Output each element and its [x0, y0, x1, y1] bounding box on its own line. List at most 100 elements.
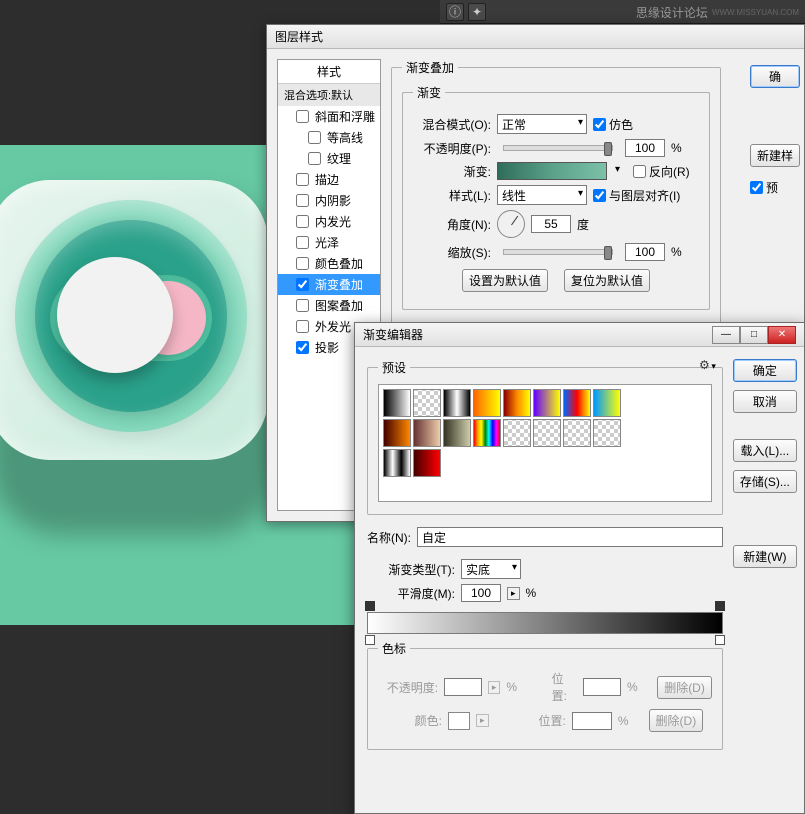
- preset-swatch[interactable]: [383, 419, 411, 447]
- style-bevel[interactable]: 斜面和浮雕: [278, 106, 380, 127]
- opacity-value[interactable]: 100: [625, 139, 665, 157]
- info-icon[interactable]: ⓘ: [446, 3, 464, 21]
- make-default-button[interactable]: 设置为默认值: [462, 269, 548, 292]
- style-innershadow[interactable]: 内阴影: [278, 190, 380, 211]
- style-stroke-check[interactable]: [296, 173, 309, 186]
- close-icon[interactable]: ✕: [768, 326, 796, 344]
- gradient-swatch[interactable]: [497, 162, 607, 180]
- style-gradientoverlay-check[interactable]: [296, 278, 309, 291]
- preset-swatch[interactable]: [443, 389, 471, 417]
- style-texture-check[interactable]: [308, 152, 321, 165]
- dialog-titlebar[interactable]: 图层样式: [267, 25, 804, 49]
- style-bevel-check[interactable]: [296, 110, 309, 123]
- gradient-bar[interactable]: [367, 612, 723, 634]
- ok-button[interactable]: 确: [750, 65, 800, 88]
- gradient-editor-dialog: 渐变编辑器 — □ ✕ 预设 ⚙▾: [354, 322, 805, 814]
- reset-default-button[interactable]: 复位为默认值: [564, 269, 650, 292]
- style-innershadow-check[interactable]: [296, 194, 309, 207]
- angle-value[interactable]: 55: [531, 215, 571, 233]
- dialog-right-buttons: 确 新建样 预: [750, 65, 800, 196]
- gear-caret-icon[interactable]: ▾: [711, 361, 716, 371]
- stop-position-label-1: 位置:: [552, 670, 578, 704]
- gradedit-ok-button[interactable]: 确定: [733, 359, 797, 382]
- gradedit-cancel-button[interactable]: 取消: [733, 390, 797, 413]
- stop-opacity-value: [444, 678, 482, 696]
- gradedit-right-buttons: 确定 取消 载入(L)... 存储(S)... 新建(W): [733, 359, 797, 758]
- scale-slider[interactable]: [503, 249, 613, 255]
- opacity-label: 不透明度(P):: [413, 140, 491, 157]
- preset-swatch[interactable]: [503, 419, 531, 447]
- reverse-checkbox[interactable]: 反向(R): [633, 163, 690, 180]
- preset-swatch[interactable]: [473, 419, 501, 447]
- styles-header[interactable]: 样式: [278, 60, 380, 84]
- style-stroke[interactable]: 描边: [278, 169, 380, 190]
- smooth-stepper[interactable]: ▸: [507, 587, 520, 600]
- preset-swatch[interactable]: [413, 419, 441, 447]
- gradedit-new-button[interactable]: 新建(W): [733, 545, 797, 568]
- preset-swatch[interactable]: [443, 419, 471, 447]
- minimize-icon[interactable]: —: [712, 326, 740, 344]
- align-checkbox[interactable]: 与图层对齐(I): [593, 187, 680, 204]
- presets-grid[interactable]: [383, 389, 707, 477]
- name-input[interactable]: 自定: [417, 527, 723, 547]
- scale-value[interactable]: 100: [625, 243, 665, 261]
- preset-swatch[interactable]: [533, 389, 561, 417]
- angle-dial[interactable]: [497, 210, 525, 238]
- gradient-overlay-group: 渐变叠加 渐变 混合模式(O): 正常 仿色 不透明度(P): 100 %: [391, 59, 721, 331]
- blendmode-select[interactable]: 正常: [497, 114, 587, 134]
- preset-swatch[interactable]: [503, 389, 531, 417]
- preset-swatch[interactable]: [473, 389, 501, 417]
- style-contour[interactable]: 等高线: [278, 127, 380, 148]
- style-texture[interactable]: 纹理: [278, 148, 380, 169]
- blend-default-row[interactable]: 混合选项:默认: [278, 84, 380, 106]
- gradient-subtitle: 渐变: [413, 84, 445, 101]
- style-satin-check[interactable]: [296, 236, 309, 249]
- style-select[interactable]: 线性: [497, 185, 587, 205]
- preset-swatch[interactable]: [413, 389, 441, 417]
- color-stop-right[interactable]: [715, 635, 725, 645]
- styles-list: 斜面和浮雕 等高线 纹理 描边 内阴影 内发光 光泽 颜色叠加 渐变叠加 图案叠…: [278, 106, 380, 358]
- style-outerglow-check[interactable]: [296, 320, 309, 333]
- preset-swatch[interactable]: [593, 389, 621, 417]
- maximize-icon[interactable]: □: [740, 326, 768, 344]
- opacity-stop-left[interactable]: [365, 601, 375, 611]
- gear-icon[interactable]: ⚙: [697, 358, 711, 372]
- new-style-button[interactable]: 新建样: [750, 144, 800, 167]
- style-satin[interactable]: 光泽: [278, 232, 380, 253]
- style-patternoverlay[interactable]: 图案叠加: [278, 295, 380, 316]
- gradedit-title: 渐变编辑器: [363, 326, 423, 343]
- watermark: 思缘设计论坛 WWW.MISSYUAN.COM: [636, 0, 799, 24]
- icon-artwork: [0, 165, 268, 545]
- opacity-slider[interactable]: [503, 145, 613, 151]
- wand-icon[interactable]: ✦: [468, 3, 486, 21]
- stop-position-value-1: [583, 678, 621, 696]
- style-innerglow[interactable]: 内发光: [278, 211, 380, 232]
- smooth-unit: %: [526, 586, 537, 600]
- preset-swatch[interactable]: [413, 449, 441, 477]
- preset-swatch[interactable]: [383, 389, 411, 417]
- gradedit-save-button[interactable]: 存储(S)...: [733, 470, 797, 493]
- type-select[interactable]: 实底: [461, 559, 521, 579]
- style-gradientoverlay[interactable]: 渐变叠加: [278, 274, 380, 295]
- smooth-label: 平滑度(M):: [367, 585, 455, 602]
- delete-stop-2: 删除(D): [649, 709, 704, 732]
- style-coloroverlay[interactable]: 颜色叠加: [278, 253, 380, 274]
- gradedit-titlebar[interactable]: 渐变编辑器 — □ ✕: [355, 323, 804, 347]
- color-stop-left[interactable]: [365, 635, 375, 645]
- preset-swatch[interactable]: [593, 419, 621, 447]
- preset-swatch[interactable]: [563, 389, 591, 417]
- preset-swatch[interactable]: [383, 449, 411, 477]
- gradedit-load-button[interactable]: 载入(L)...: [733, 439, 797, 462]
- style-innerglow-check[interactable]: [296, 215, 309, 228]
- style-patternoverlay-check[interactable]: [296, 299, 309, 312]
- dither-checkbox[interactable]: 仿色: [593, 116, 633, 133]
- style-coloroverlay-check[interactable]: [296, 257, 309, 270]
- style-dropshadow-check[interactable]: [296, 341, 309, 354]
- smooth-value[interactable]: 100: [461, 584, 501, 602]
- preset-swatch[interactable]: [563, 419, 591, 447]
- opacity-stop-right[interactable]: [715, 601, 725, 611]
- preset-swatch[interactable]: [533, 419, 561, 447]
- opacity-unit: %: [671, 141, 682, 155]
- preview-checkbox[interactable]: 预: [750, 179, 800, 196]
- style-contour-check[interactable]: [308, 131, 321, 144]
